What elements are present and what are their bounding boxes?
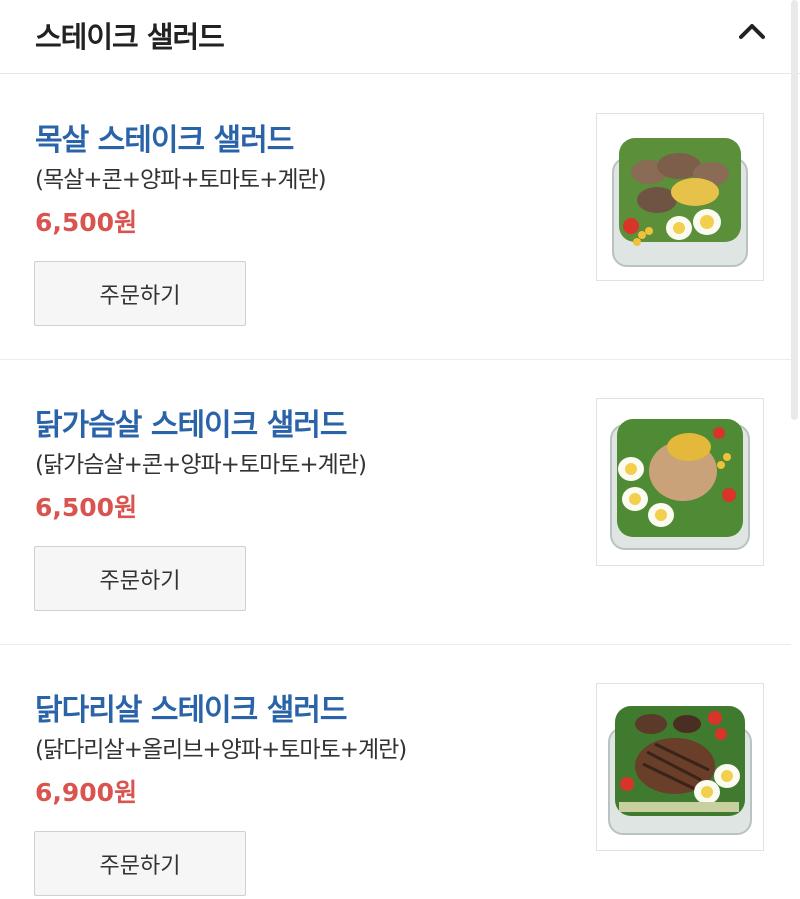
item-name[interactable]: 닭가슴살 스테이크 샐러드: [35, 400, 347, 444]
item-price: 6,900원: [35, 778, 138, 807]
order-button[interactable]: 주문하기: [34, 261, 246, 326]
scrollbar[interactable]: [791, 0, 798, 420]
chevron-up-icon[interactable]: [736, 18, 768, 44]
section-title: 스테이크 샐러드: [35, 20, 225, 54]
order-button[interactable]: 주문하기: [34, 546, 246, 611]
item-description: (닭가슴살+콘+양파+토마토+계란): [35, 452, 367, 478]
section-header[interactable]: 스테이크 샐러드: [0, 0, 800, 74]
menu-item: 닭가슴살 스테이크 샐러드 (닭가슴살+콘+양파+토마토+계란) 6,500원 …: [0, 360, 791, 645]
menu-item: 닭다리살 스테이크 샐러드 (닭다리살+올리브+양파+토마토+계란) 6,900…: [0, 645, 791, 899]
salad-image[interactable]: [596, 398, 764, 566]
item-price: 6,500원: [35, 493, 138, 522]
salad-image[interactable]: [596, 113, 764, 281]
order-button[interactable]: 주문하기: [34, 831, 246, 896]
item-description: (목살+콘+양파+토마토+계란): [35, 167, 327, 193]
item-name[interactable]: 닭다리살 스테이크 샐러드: [35, 685, 347, 729]
item-description: (닭다리살+올리브+양파+토마토+계란): [35, 737, 407, 763]
item-price: 6,500원: [35, 208, 138, 237]
salad-image[interactable]: [596, 683, 764, 851]
menu-item: 목살 스테이크 샐러드 (목살+콘+양파+토마토+계란) 6,500원 주문하기: [0, 75, 791, 360]
item-name[interactable]: 목살 스테이크 샐러드: [35, 115, 294, 159]
